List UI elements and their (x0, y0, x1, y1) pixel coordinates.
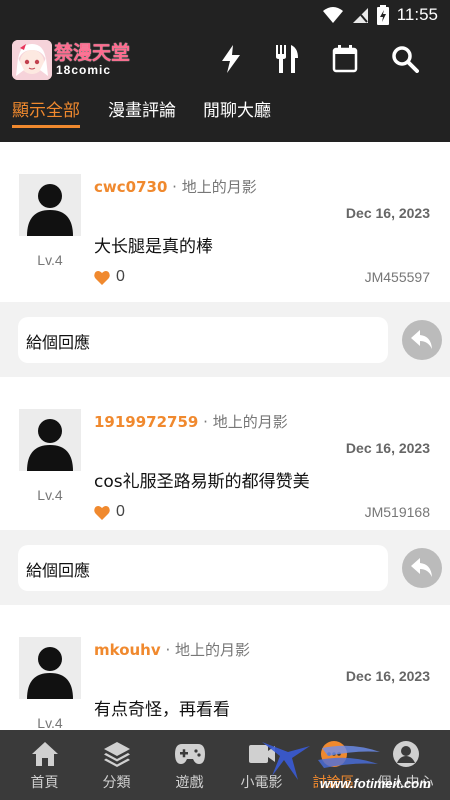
user-level: Lv.4 (37, 715, 63, 730)
user-level: Lv.4 (37, 487, 63, 503)
reply-row: 給個回應 (0, 530, 450, 605)
nav-label: 小電影 (240, 775, 283, 791)
wifi-icon (322, 7, 343, 23)
nav-label: 首頁 (30, 775, 59, 791)
comment-date: Dec 16, 2023 (345, 205, 430, 221)
default-avatar-icon (19, 174, 81, 236)
comic-id[interactable]: JM519168 (365, 504, 430, 520)
like-button[interactable]: 0 (94, 268, 125, 286)
reply-arrow-icon (411, 558, 432, 577)
nav-label: 分類 (102, 775, 131, 791)
app-header: 禁漫天堂 18comic 顯示全部 漫畫評論 閒聊大廳 (0, 32, 450, 142)
restaurant-button[interactable] (272, 44, 302, 74)
status-time: 11:55 (396, 5, 438, 24)
nav-label: 個人中心 (377, 775, 434, 791)
search-button[interactable] (390, 44, 420, 74)
username[interactable]: 1919972759 (94, 413, 198, 431)
comment-card: Lv.4 1919972759 · 地上的月影 Dec 16, 2023 cos… (0, 377, 450, 537)
nav-categories[interactable]: 分類 (79, 730, 154, 800)
video-icon (224, 740, 299, 768)
reply-input[interactable]: 給個回應 (18, 545, 388, 591)
gamepad-icon (152, 740, 227, 768)
comment-location: · 地上的月影 (165, 641, 250, 659)
flash-button[interactable] (216, 44, 246, 74)
avatar[interactable] (19, 174, 81, 236)
comic-id[interactable]: JM455597 (365, 269, 430, 285)
nav-profile[interactable]: 個人中心 (368, 730, 443, 800)
bottom-navigation: 首頁 分類 遊戲 小電影 討論區 個人中心 (0, 730, 450, 800)
heart-icon (94, 505, 110, 520)
reply-input[interactable]: 給個回應 (18, 317, 388, 363)
reply-button[interactable] (402, 548, 442, 588)
avatar[interactable] (19, 409, 81, 471)
default-avatar-icon (19, 409, 81, 471)
comment-card: Lv.4 mkouhv · 地上的月影 Dec 16, 2023 有点奇怪，再看… (0, 605, 450, 730)
comment-date: Dec 16, 2023 (345, 440, 430, 456)
battery-charging-icon (376, 5, 389, 25)
reply-button[interactable] (402, 320, 442, 360)
status-icons: 11:55 (322, 5, 438, 25)
comment-location: · 地上的月影 (172, 178, 257, 196)
tab-show-all[interactable]: 顯示全部 (12, 96, 80, 121)
nav-home[interactable]: 首頁 (7, 730, 82, 800)
tab-chat-hall[interactable]: 閒聊大廳 (203, 96, 271, 121)
reply-row: 給個回應 (0, 302, 450, 377)
comment-text: 大长腿是真的棒 (94, 237, 213, 257)
active-tab-indicator (12, 125, 80, 128)
nav-forum[interactable]: 討論區 (296, 730, 371, 800)
calendar-icon (332, 45, 358, 73)
no-signal-icon (352, 8, 368, 23)
comment-text: 有点奇怪，再看看 (94, 700, 230, 720)
user-level: Lv.4 (37, 252, 63, 268)
forum-icon (296, 740, 371, 768)
layers-icon (79, 740, 154, 768)
reply-arrow-icon (411, 330, 432, 349)
nav-label: 遊戲 (175, 775, 204, 791)
avatar[interactable] (19, 637, 81, 699)
search-icon (392, 46, 419, 73)
heart-icon (94, 270, 110, 285)
home-icon (7, 740, 82, 768)
comment-date: Dec 16, 2023 (345, 668, 430, 684)
comment-feed[interactable]: Lv.4 cwc0730 · 地上的月影 Dec 16, 2023 大长腿是真的… (0, 142, 450, 730)
calendar-button[interactable] (330, 44, 360, 74)
comment-meta: 1919972759 · 地上的月影 (94, 411, 288, 432)
nav-videos[interactable]: 小電影 (224, 730, 299, 800)
comment-location: · 地上的月影 (203, 413, 288, 431)
tab-bar: 顯示全部 漫畫評論 閒聊大廳 (0, 94, 450, 134)
default-avatar-icon (19, 637, 81, 699)
nav-games[interactable]: 遊戲 (152, 730, 227, 800)
fork-knife-icon (276, 45, 298, 73)
username[interactable]: mkouhv (94, 641, 161, 659)
status-bar: 11:55 (0, 0, 450, 32)
mascot-logo-icon (12, 40, 52, 80)
comment-meta: cwc0730 · 地上的月影 (94, 176, 257, 197)
comment-card: Lv.4 cwc0730 · 地上的月影 Dec 16, 2023 大长腿是真的… (0, 142, 450, 302)
like-count: 0 (116, 503, 125, 520)
comment-text: cos礼服圣路易斯的都得赞美 (94, 472, 310, 492)
username[interactable]: cwc0730 (94, 178, 167, 196)
profile-icon (368, 740, 443, 768)
app-logo[interactable]: 禁漫天堂 18comic (12, 38, 138, 82)
app-logo-title: 禁漫天堂 (54, 42, 131, 64)
nav-label: 討論區 (312, 775, 355, 791)
tab-comic-reviews[interactable]: 漫畫評論 (108, 96, 176, 121)
comment-meta: mkouhv · 地上的月影 (94, 639, 250, 660)
like-button[interactable]: 0 (94, 503, 125, 521)
app-logo-subtitle: 18comic (56, 63, 112, 77)
lightning-icon (222, 45, 240, 73)
like-count: 0 (116, 268, 125, 285)
